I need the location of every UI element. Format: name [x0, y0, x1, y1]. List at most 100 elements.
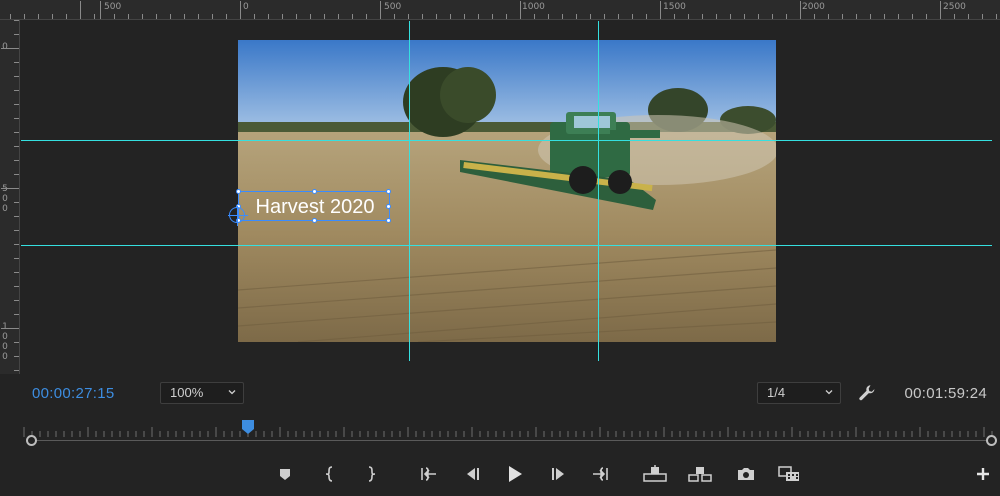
ruler-tick: [618, 14, 619, 19]
transport-controls: [0, 460, 1000, 488]
total-duration-timecode: 00:01:59:24: [904, 385, 987, 402]
ruler-tick: [688, 14, 689, 19]
zoom-handle-right[interactable]: [986, 435, 997, 446]
ruler-tick: [14, 314, 19, 315]
ruler-tick: [954, 14, 955, 19]
playhead-marker[interactable]: [241, 419, 255, 435]
ruler-tick: [1, 328, 19, 329]
ruler-tick: [14, 174, 19, 175]
step-back-button[interactable]: [458, 460, 486, 488]
add-marker-button[interactable]: [271, 460, 299, 488]
play-button[interactable]: [501, 460, 529, 488]
ruler-tick: [14, 76, 19, 77]
ruler-tick: [884, 14, 885, 19]
ruler-tick: [1, 188, 19, 189]
vertical-guide-right[interactable]: [598, 21, 599, 361]
ruler-tick: [996, 14, 997, 19]
step-forward-button[interactable]: [545, 460, 573, 488]
anchor-point-icon[interactable]: [228, 206, 248, 226]
resize-handle-bm[interactable]: [312, 218, 317, 223]
ruler-tick: [128, 14, 129, 19]
ruler-tick: [576, 14, 577, 19]
ruler-tick: [394, 14, 395, 19]
ruler-tick: [310, 14, 311, 19]
play-icon: [509, 466, 522, 482]
ruler-tick: [10, 14, 11, 19]
resize-handle-tm[interactable]: [312, 189, 317, 194]
zoom-level-select[interactable]: 100%: [160, 382, 244, 404]
ruler-tick: [100, 1, 101, 19]
ruler-tick: [982, 14, 983, 19]
current-timecode[interactable]: 00:00:27:15: [32, 385, 115, 402]
ruler-tick: [534, 14, 535, 19]
ruler-tick: [14, 202, 19, 203]
program-monitor[interactable]: Harvest 2020: [21, 21, 1000, 374]
ruler-tick: [814, 14, 815, 19]
vertical-guide-left[interactable]: [409, 21, 410, 361]
ruler-tick: [1, 48, 19, 49]
resize-handle-br[interactable]: [386, 218, 391, 223]
zoom-level-value: 100%: [170, 385, 204, 400]
ruler-tick: [14, 160, 19, 161]
resize-handle-tr[interactable]: [386, 189, 391, 194]
ruler-tick: [646, 14, 647, 19]
ruler-tick: [14, 132, 19, 133]
ruler-tick: [898, 14, 899, 19]
ruler-tick: [856, 14, 857, 19]
go-to-out-icon: [593, 467, 608, 481]
ruler-tick: [14, 90, 19, 91]
mark-out-button[interactable]: [357, 460, 385, 488]
horizontal-guide-bottom[interactable]: [21, 245, 992, 246]
lift-button[interactable]: [641, 460, 669, 488]
playback-resolution-select[interactable]: 1/4: [757, 382, 841, 404]
ruler-tick: [52, 14, 53, 19]
button-editor-button[interactable]: [969, 460, 997, 488]
go-to-in-button[interactable]: [414, 460, 442, 488]
resize-handle-mr[interactable]: [386, 204, 391, 209]
vertical-ruler: 0 500 1000: [0, 20, 20, 374]
ruler-tick: [408, 14, 409, 19]
ruler-tick: [422, 14, 423, 19]
comparison-view-button[interactable]: [775, 460, 803, 488]
ruler-tick: [562, 14, 563, 19]
ruler-tick: [14, 258, 19, 259]
title-graphic-selection[interactable]: Harvest 2020: [236, 189, 391, 223]
ruler-tick: [14, 244, 19, 245]
mark-in-button[interactable]: [316, 460, 344, 488]
ruler-tick: [548, 14, 549, 19]
ruler-tick: [870, 14, 871, 19]
ruler-tick: [14, 146, 19, 147]
zoom-handle-left[interactable]: [26, 435, 37, 446]
ruler-tick: [674, 14, 675, 19]
export-frame-button[interactable]: [732, 460, 760, 488]
ruler-tick: [14, 216, 19, 217]
ruler-tick: [212, 14, 213, 19]
ruler-tick: [14, 104, 19, 105]
wrench-settings-icon[interactable]: [857, 383, 877, 403]
ruler-tick: [14, 370, 19, 371]
ruler-tick: [380, 1, 381, 19]
comparison-view-icon: [778, 466, 799, 481]
time-ruler[interactable]: [22, 419, 998, 451]
ruler-tick: [940, 1, 941, 19]
ruler-tick: [14, 286, 19, 287]
ruler-tick: [254, 14, 255, 19]
ruler-tick: [366, 14, 367, 19]
resize-handle-tl[interactable]: [236, 189, 241, 194]
go-to-in-icon: [421, 467, 436, 481]
ruler-tick: [94, 14, 95, 19]
ruler-tick: [14, 300, 19, 301]
ruler-tick: [240, 1, 241, 19]
zoom-scroll-bar[interactable]: [26, 435, 997, 447]
ruler-tick: [744, 14, 745, 19]
camera-icon: [738, 468, 754, 480]
ruler-tick: [80, 1, 81, 19]
ruler-tick: [800, 1, 801, 19]
go-to-out-button[interactable]: [587, 460, 615, 488]
extract-button[interactable]: [686, 460, 714, 488]
ruler-tick: [520, 1, 521, 19]
mark-out-icon: [368, 466, 376, 482]
ruler-tick: [506, 14, 507, 19]
horizontal-guide-top[interactable]: [21, 140, 992, 141]
ruler-tick: [24, 14, 25, 19]
